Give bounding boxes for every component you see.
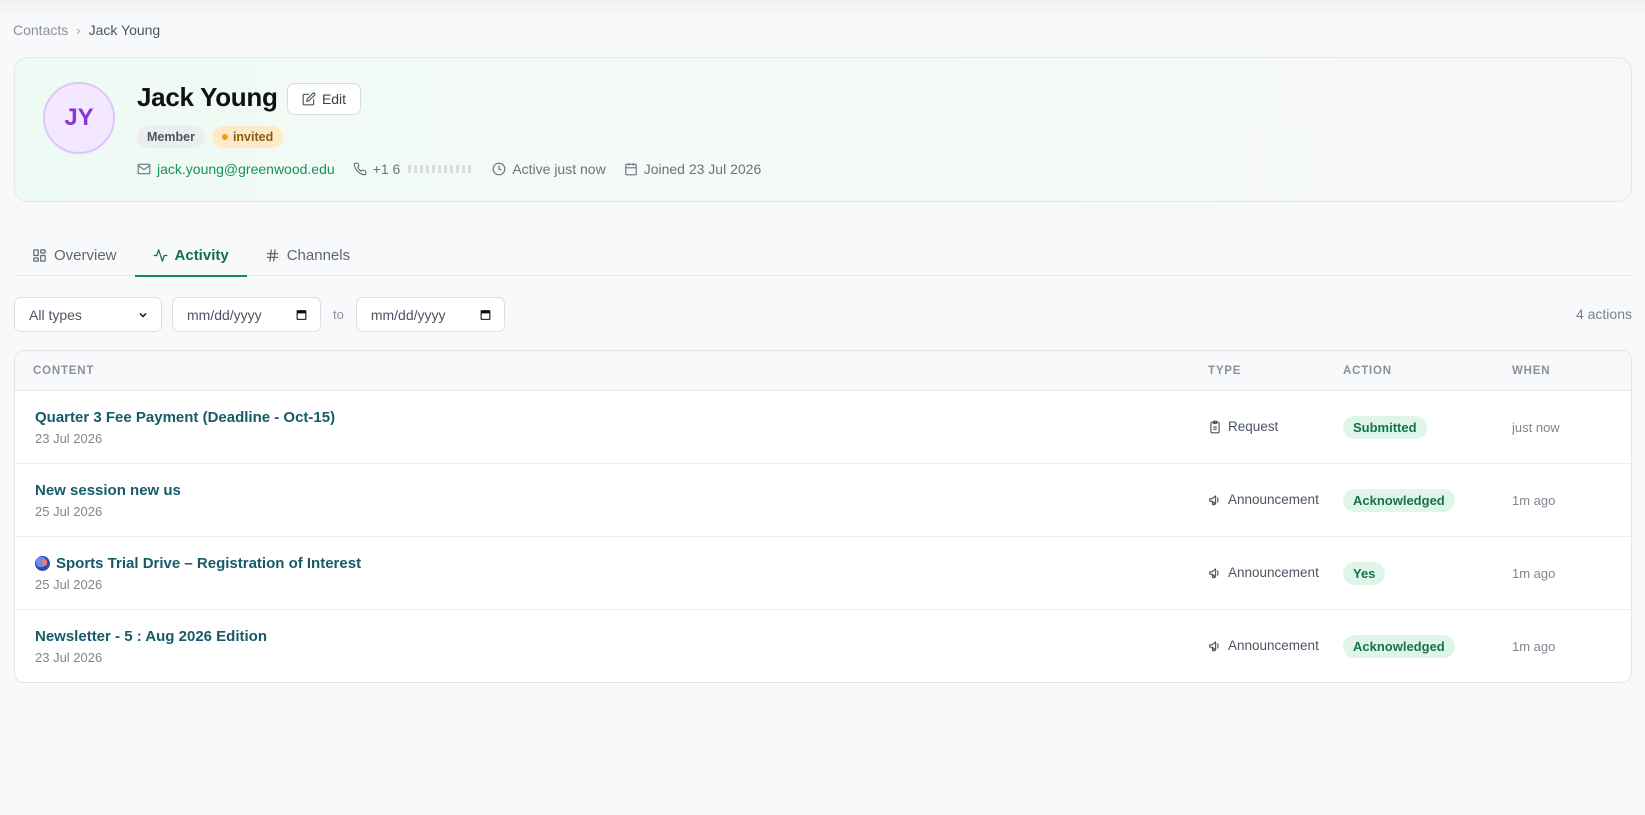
breadcrumb: Contacts › Jack Young [13,22,160,38]
grid-icon [33,248,46,262]
row-action-badge: Yes [1343,562,1386,585]
tab-activity[interactable]: Activity [134,234,247,277]
row-title: Quarter 3 Fee Payment (Deadline - Oct-15… [35,409,336,426]
tab-overview[interactable]: Overview [14,234,135,276]
date-to-input[interactable]: mm/dd/yyyy [355,297,505,332]
header-when: WHEN [1512,364,1551,377]
date-from-placeholder: mm/dd/yyyy [187,306,262,323]
row-when: 1m ago [1512,493,1556,508]
phone-redacted [408,165,475,173]
row-title-link[interactable]: Newsletter - 5 : Aug 2026 Edition [35,628,267,645]
email-link[interactable]: jack.young@greenwood.edu [157,161,335,177]
edit-icon [302,92,316,106]
row-date: 23 Jul 2026 [35,431,103,446]
row-when: 1m ago [1512,566,1556,581]
row-type-label: Announcement [1228,492,1319,507]
status-badge: invited [211,126,284,148]
calendar-icon [624,163,637,176]
row-action-badge: Acknowledged [1343,635,1455,658]
chevron-down-icon [139,312,147,318]
avatar: JY [43,82,115,154]
role-badge: Member [137,126,205,148]
joined-date: Joined 23 Jul 2026 [643,161,762,177]
date-range-to-label: to [333,307,344,322]
action-count: 4 actions [1575,306,1632,322]
table-row[interactable]: Quarter 3 Fee Payment (Deadline - Oct-15… [15,391,1631,464]
breadcrumb-current: Jack Young [88,22,161,38]
date-to-placeholder: mm/dd/yyyy [370,306,446,323]
breadcrumb-separator: › [76,22,81,38]
table-row[interactable]: New session new us 25 Jul 2026 Announcem… [15,464,1631,537]
hash-icon [266,248,278,262]
row-type: Announcement [1208,492,1319,507]
contact-name: Jack Young [137,82,278,112]
header-action: ACTION [1343,364,1392,377]
phone-item: +1 6 [353,161,475,177]
table-row[interactable]: Newsletter - 5 : Aug 2026 Edition 23 Jul… [15,610,1631,682]
row-action-badge: Submitted [1343,416,1427,439]
row-date: 25 Jul 2026 [35,504,103,519]
tab-activity-label: Activity [174,246,229,264]
activity-icon [153,248,167,262]
type-filter-select[interactable]: All types [14,297,162,332]
type-filter-value: All types [29,306,82,323]
activity-table: CONTENT TYPE ACTION WHEN Quarter 3 Fee P… [14,350,1632,683]
row-title-link[interactable]: Quarter 3 Fee Payment (Deadline - Oct-15… [35,409,335,426]
activity-item: Active just now [492,161,606,177]
row-type-label: Request [1228,419,1279,434]
calendar-picker-icon[interactable] [295,308,308,321]
row-type-label: Announcement [1228,638,1319,653]
row-date: 23 Jul 2026 [35,650,103,665]
row-title: Newsletter - 5 : Aug 2026 Edition [35,628,267,645]
contact-meta: jack.young@greenwood.edu +1 6 Active jus… [137,161,779,177]
mail-icon [137,163,151,175]
row-type-label: Announcement [1228,565,1319,580]
row-type: Request [1208,419,1278,434]
row-type: Announcement [1208,565,1319,580]
clipboard-icon [1210,420,1220,433]
megaphone-icon [1209,494,1219,505]
row-type: Announcement [1208,638,1319,653]
row-title: New session new us [35,482,181,499]
tab-overview-label: Overview [54,246,117,264]
tab-channels[interactable]: Channels [247,234,368,276]
table-row[interactable]: Sports Trial Drive – Registration of Int… [15,537,1631,610]
tab-bar: Overview Activity Channels [14,234,1632,277]
row-title-link[interactable]: New session new us [35,482,181,499]
top-shadow [0,0,1645,18]
edit-label: Edit [321,91,347,107]
edit-button[interactable]: Edit [287,83,361,115]
row-date: 25 Jul 2026 [35,577,103,592]
megaphone-icon [1209,640,1219,651]
phone-number: +1 6 [372,161,401,177]
row-title: Sports Trial Drive – Registration of Int… [56,555,362,572]
clock-icon [492,162,506,176]
row-title-link[interactable]: Sports Trial Drive – Registration of Int… [35,555,361,572]
row-action-badge: Acknowledged [1343,489,1455,512]
activity-filters: All types mm/dd/yyyy to mm/dd/yyyy [14,297,505,332]
status-dot-icon [221,134,228,140]
activity-status: Active just now [512,161,606,177]
header-content: CONTENT [33,364,95,377]
breadcrumb-link-contacts[interactable]: Contacts [13,22,68,38]
status-label: invited [232,130,274,144]
globe-icon [35,556,50,571]
email-item: jack.young@greenwood.edu [137,161,335,177]
row-when: just now [1512,420,1560,435]
megaphone-icon [1209,567,1219,578]
profile-card: JY Jack Young Edit Member invited jack.y… [14,57,1632,202]
row-when: 1m ago [1512,639,1556,654]
table-header: CONTENT TYPE ACTION WHEN [15,351,1631,391]
joined-item: Joined 23 Jul 2026 [624,161,762,177]
profile-badges: Member invited [137,126,284,148]
calendar-picker-icon[interactable] [479,308,492,321]
date-from-input[interactable]: mm/dd/yyyy [172,297,321,332]
phone-icon [353,162,367,176]
tab-channels-label: Channels [286,246,351,264]
header-type: TYPE [1208,364,1242,377]
